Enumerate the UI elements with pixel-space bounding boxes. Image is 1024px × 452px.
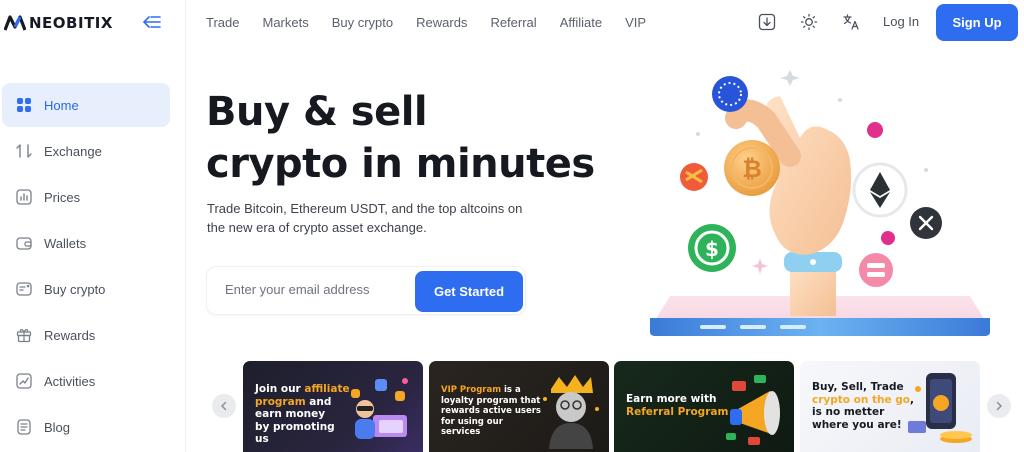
- nav-link-affiliate[interactable]: Affiliate: [560, 15, 602, 30]
- hero-illustration: ₿ $: [650, 70, 990, 336]
- carousel-prev-button[interactable]: [212, 394, 236, 418]
- exchange-arrows-icon: [14, 141, 34, 161]
- sidebar-item-label: Buy crypto: [44, 281, 106, 297]
- sidebar-nav: Home Exchange Prices Wallets Buy crypto: [0, 83, 186, 451]
- hero-title-line2: crypto in minutes: [206, 141, 595, 187]
- promo-card-vip[interactable]: VIP Program is a loyalty program that re…: [429, 361, 609, 452]
- theme-toggle-button[interactable]: [799, 12, 819, 32]
- promo-card-text: Buy, Sell, Trade crypto on the go, is no…: [812, 381, 914, 431]
- document-icon: [14, 417, 34, 437]
- hero-subtitle: Trade Bitcoin, Ethereum USDT, and the to…: [207, 201, 523, 235]
- promo-card-text: Earn more with Referral Program: [626, 393, 729, 418]
- sidebar-item-label: Wallets: [44, 235, 87, 251]
- collapse-sidebar-button[interactable]: [142, 12, 162, 32]
- vip-crown-avatar-icon: [543, 375, 599, 449]
- cardano-coin: [712, 76, 748, 112]
- neobitix-logo-icon: [4, 15, 26, 31]
- promo-card-affiliate[interactable]: Join our affiliate program and earn mone…: [243, 361, 423, 452]
- sidebar-item-label: Home: [44, 97, 79, 113]
- megaphone-icon: [726, 375, 780, 445]
- sidebar-item-rewards[interactable]: Rewards: [2, 313, 170, 357]
- sidebar-item-label: Prices: [44, 189, 81, 205]
- download-button[interactable]: [757, 12, 777, 32]
- download-icon: [758, 13, 776, 31]
- sidebar-item-wallets[interactable]: Wallets: [2, 221, 170, 265]
- svg-text:₿: ₿: [742, 155, 762, 183]
- sidebar-item-label: Exchange: [44, 143, 102, 159]
- top-navbar: Trade Markets Buy crypto Rewards Referra…: [186, 0, 1024, 44]
- brand-name: NEOBITIX: [29, 14, 113, 32]
- chevron-left-icon: [220, 401, 227, 411]
- sidebar-item-buy-crypto[interactable]: Buy crypto: [2, 267, 170, 311]
- card-icon: [14, 279, 34, 299]
- get-started-button[interactable]: Get Started: [415, 271, 523, 312]
- nav-link-markets[interactable]: Markets: [262, 15, 308, 30]
- sidebar-item-label: Blog: [44, 419, 71, 435]
- nav-link-rewards[interactable]: Rewards: [416, 15, 467, 30]
- sidebar-item-label: Rewards: [44, 327, 96, 343]
- svg-text:$: $: [705, 237, 719, 261]
- signup-button[interactable]: Sign Up: [936, 4, 1018, 41]
- top-nav-links: Trade Markets Buy crypto Rewards Referra…: [206, 0, 669, 44]
- language-button[interactable]: [841, 12, 861, 32]
- sidebar-item-home[interactable]: Home: [2, 83, 170, 127]
- promo-card-text: VIP Program is a loyalty program that re…: [441, 385, 541, 437]
- collapse-arrow-icon: [143, 16, 161, 28]
- sidebar-item-exchange[interactable]: Exchange: [2, 129, 170, 173]
- email-input[interactable]: [225, 282, 405, 297]
- nav-link-buy-crypto[interactable]: Buy crypto: [332, 15, 393, 30]
- nav-link-vip[interactable]: VIP: [625, 15, 646, 30]
- carousel-next-button[interactable]: [987, 394, 1011, 418]
- sidebar: NEOBITIX Home Exchange Prices Wallets Bu…: [0, 0, 186, 452]
- nav-link-referral[interactable]: Referral: [490, 15, 536, 30]
- promo-card-mobile[interactable]: Buy, Sell, Trade crypto on the go, is no…: [800, 361, 980, 452]
- sun-icon: [800, 13, 818, 31]
- activity-chart-icon: [14, 371, 34, 391]
- bar-chart-icon: [14, 187, 34, 207]
- mobile-phone-coins-icon: [908, 373, 972, 443]
- affiliate-illustration-icon: [351, 378, 408, 439]
- chevron-right-icon: [996, 401, 1003, 411]
- sidebar-item-blog[interactable]: Blog: [2, 405, 170, 449]
- hero-title: Buy & sell crypto in minutes: [206, 86, 595, 190]
- login-link[interactable]: Log In: [883, 14, 919, 29]
- nav-link-trade[interactable]: Trade: [206, 15, 239, 30]
- sidebar-item-prices[interactable]: Prices: [2, 175, 170, 219]
- brand-logo[interactable]: NEOBITIX: [4, 11, 113, 35]
- promo-card-referral[interactable]: Earn more with Referral Program: [614, 361, 794, 452]
- hero-title-line1: Buy & sell: [206, 89, 428, 135]
- wallet-icon: [14, 233, 34, 253]
- promo-card-text: Join our affiliate program and earn mone…: [255, 383, 350, 445]
- gift-icon: [14, 325, 34, 345]
- pink-coin: [859, 253, 893, 287]
- grid-icon: [14, 95, 34, 115]
- sidebar-item-activities[interactable]: Activities: [2, 359, 170, 403]
- sidebar-item-label: Activities: [44, 373, 96, 389]
- email-signup-form: Get Started: [206, 266, 526, 315]
- translate-icon: [843, 14, 859, 30]
